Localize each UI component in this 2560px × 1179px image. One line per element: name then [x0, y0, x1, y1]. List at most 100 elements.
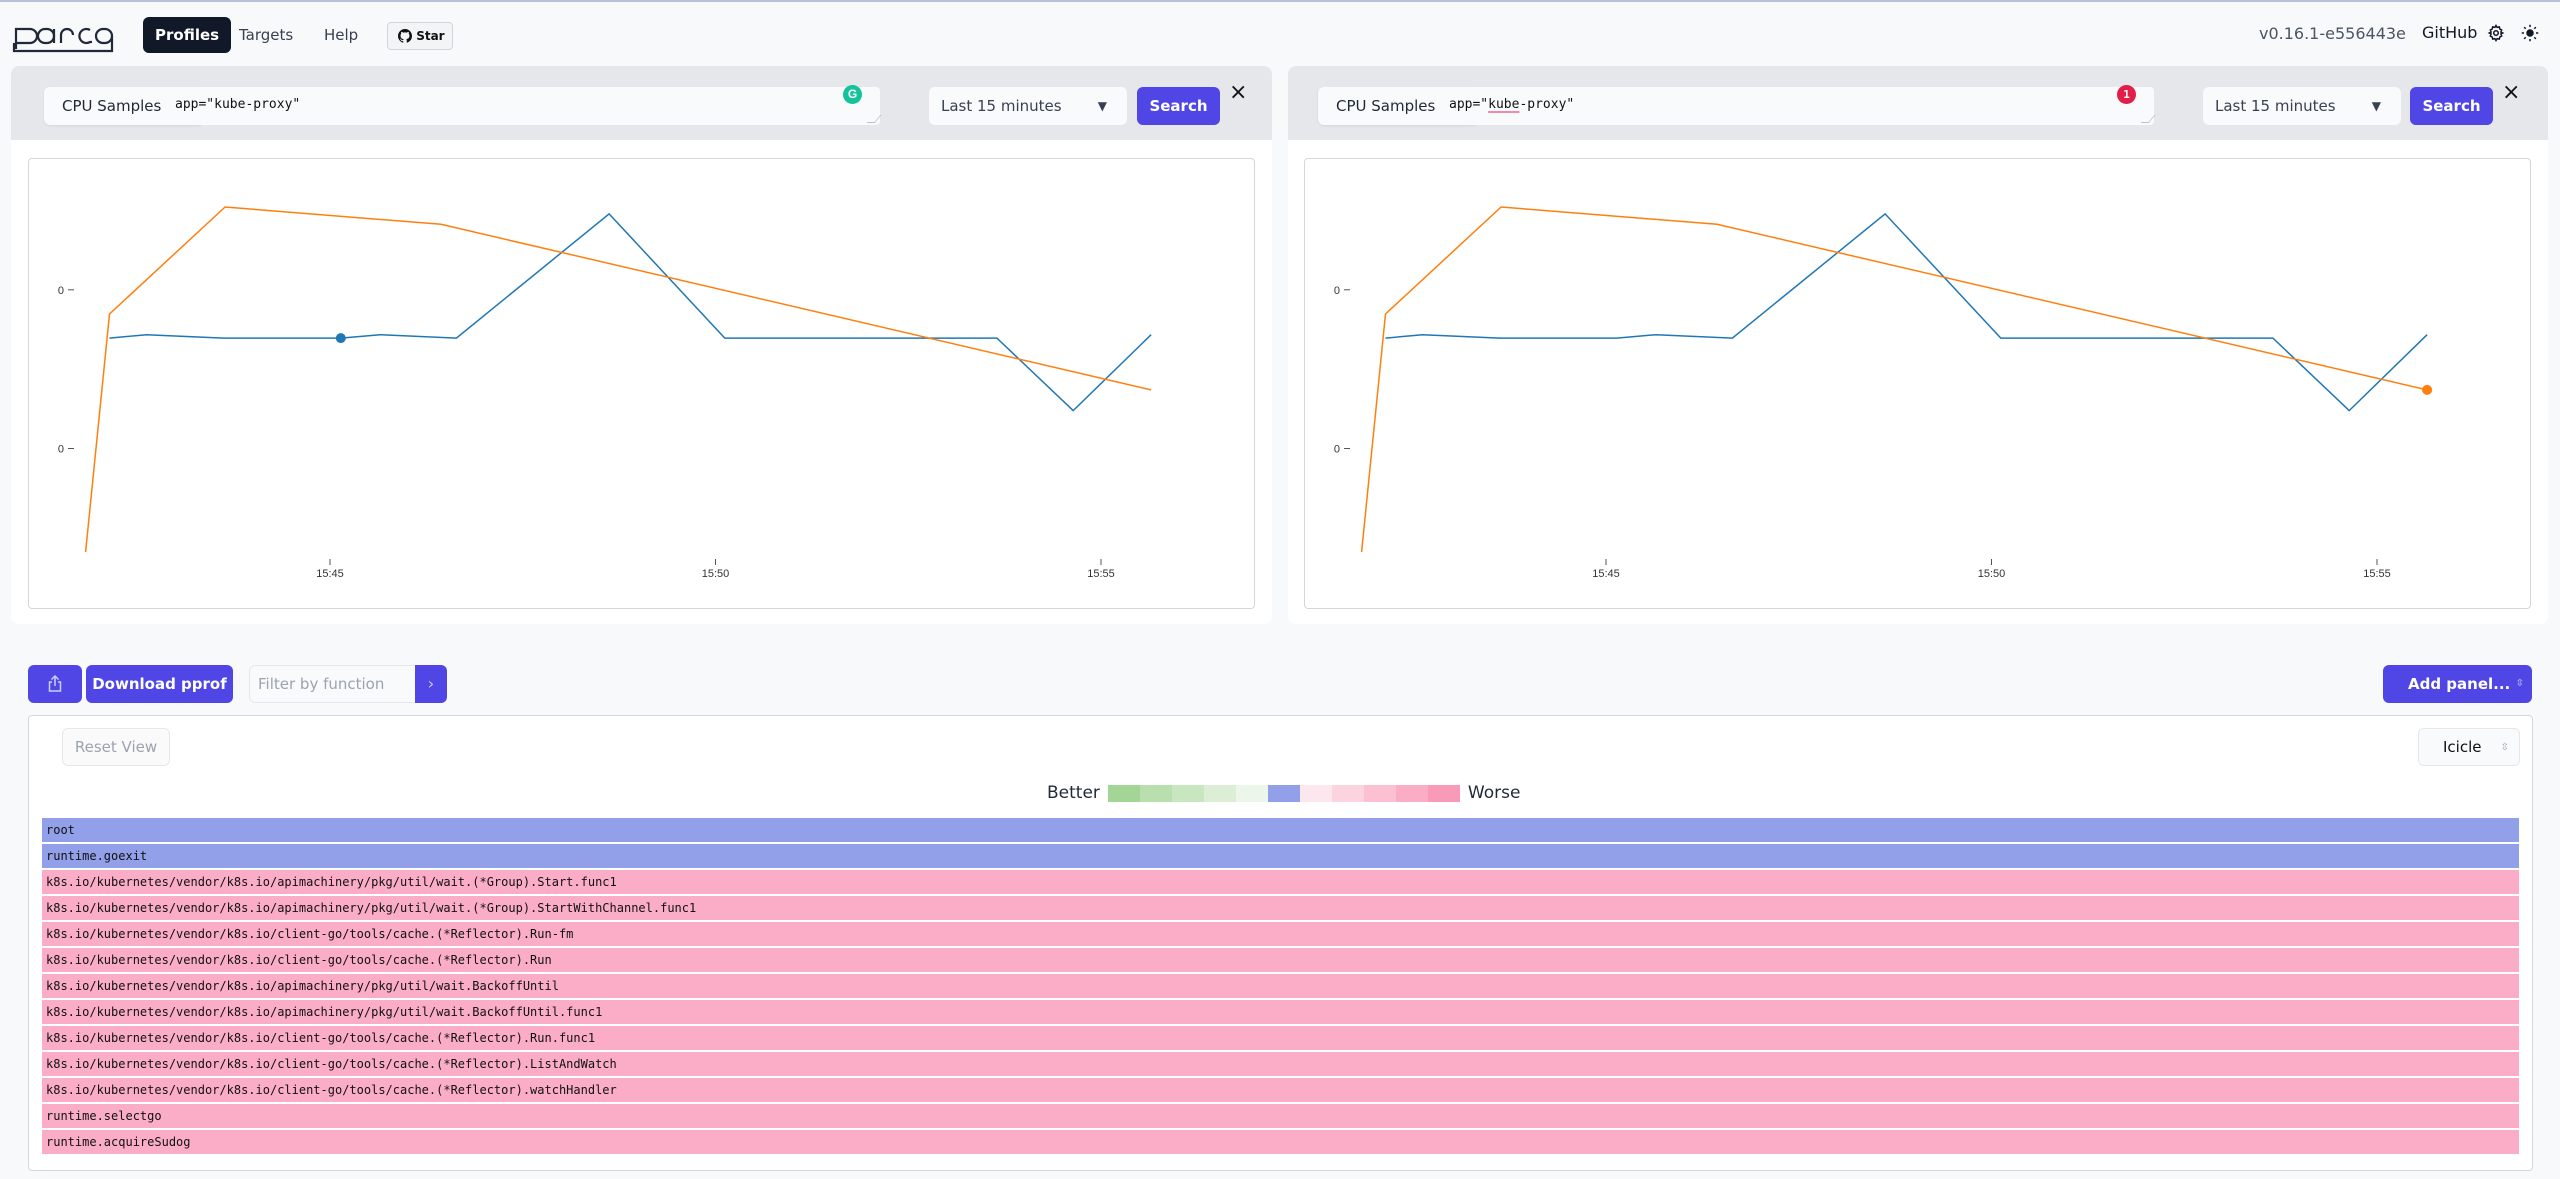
icicle-frame[interactable]: k8s.io/kubernetes/vendor/k8s.io/client-g…: [42, 1078, 2519, 1102]
time-range-value: Last 15 minutes: [941, 97, 1062, 115]
icicle-frames: root runtime.goexit k8s.io/kubernetes/vend…: [42, 818, 2519, 1156]
x-tick-label: 15:55: [2363, 568, 2391, 580]
panel-header: CPU Samples ⇳ app="kube-proxy" 1 Last 15…: [1288, 66, 2548, 140]
time-range-select[interactable]: Last 15 minutes ▼: [2203, 87, 2401, 125]
caret-down-icon: ▼: [2371, 99, 2381, 113]
legend-swatches: [1107, 784, 1460, 802]
series-line-blue[interactable]: [109, 212, 1152, 412]
close-panel-icon[interactable]: ×: [1229, 80, 1247, 105]
icicle-frame[interactable]: root: [42, 818, 2519, 842]
time-range-value: Last 15 minutes: [2215, 97, 2336, 115]
icicle-frame[interactable]: runtime.selectgo: [42, 1104, 2519, 1128]
profile-type-value: CPU Samples: [62, 97, 162, 115]
add-panel-button[interactable]: Add panel... ⇳: [2383, 665, 2532, 703]
nav-targets[interactable]: Targets: [227, 17, 305, 53]
select-arrows-icon: ⇳: [2515, 678, 2524, 689]
y-tick-label: 0: [58, 285, 64, 297]
icicle-frame[interactable]: k8s.io/kubernetes/vendor/k8s.io/client-g…: [42, 948, 2519, 972]
legend-swatch: [1395, 784, 1428, 802]
x-tick-label: 15:45: [1592, 568, 1620, 580]
x-tick-label: 15:50: [702, 568, 730, 580]
selected-point[interactable]: [2422, 384, 2433, 395]
nav-profiles[interactable]: Profiles: [143, 17, 232, 53]
series-line-orange[interactable]: [1360, 206, 2428, 553]
time-range-select[interactable]: Last 15 minutes ▼: [929, 87, 1127, 125]
icicle-frame[interactable]: k8s.io/kubernetes/vendor/k8s.io/apimachi…: [42, 1000, 2519, 1024]
nav-help[interactable]: Help: [312, 17, 370, 53]
icicle-frame[interactable]: k8s.io/kubernetes/vendor/k8s.io/client-g…: [42, 1052, 2519, 1076]
icicle-frame[interactable]: runtime.goexit: [42, 844, 2519, 868]
caret-down-icon: ▼: [1097, 99, 1107, 113]
legend-swatch: [1235, 784, 1268, 802]
parca-logo[interactable]: [10, 20, 120, 56]
select-arrows-icon: ⇳: [2500, 742, 2509, 753]
legend-better-label: Better: [1047, 783, 1100, 803]
resize-handle[interactable]: [2140, 115, 2156, 123]
share-button[interactable]: [28, 665, 82, 703]
query-input[interactable]: app="kube-proxy" G: [168, 85, 882, 125]
search-button[interactable]: Search: [2410, 87, 2493, 125]
legend-swatch: [1299, 784, 1332, 802]
legend-worse-label: Worse: [1467, 783, 1521, 803]
legend-swatch: [1107, 784, 1140, 802]
icicle-frame[interactable]: k8s.io/kubernetes/vendor/k8s.io/apimachi…: [42, 974, 2519, 998]
legend-swatch: [1139, 784, 1172, 802]
legend-swatch: [1363, 784, 1396, 802]
y-tick-label: 0: [58, 444, 64, 456]
github-link[interactable]: GitHub: [2422, 23, 2477, 42]
legend-swatch: [1427, 784, 1460, 802]
icicle-graph-panel: Reset View Icicle ⇳ Better Worse root run…: [28, 715, 2533, 1171]
selected-point[interactable]: [335, 333, 346, 344]
metrics-chart[interactable]: 0 0 15:45 15:50 15:55: [28, 158, 1255, 609]
sun-icon[interactable]: [2521, 24, 2539, 42]
top-nav: Profiles Targets Help Star v0.16.1-e5564…: [0, 2, 2560, 66]
diff-legend: Better Worse: [1047, 783, 1520, 803]
profile-type-value: CPU Samples: [1336, 97, 1436, 115]
series-line-blue[interactable]: [1385, 212, 2428, 412]
download-pprof-button[interactable]: Download pprof: [86, 665, 233, 703]
metrics-chart-svg[interactable]: 0 0 15:45 15:50 15:55: [1305, 159, 2532, 610]
issue-count-badge[interactable]: 1: [2117, 85, 2136, 104]
metrics-chart-svg[interactable]: 0 0 15:45 15:50 15:55: [29, 159, 1256, 610]
legend-swatch: [1171, 784, 1204, 802]
resize-handle[interactable]: [866, 115, 882, 123]
query-text-suffix: -proxy": [245, 97, 301, 112]
x-tick-label: 15:55: [1087, 568, 1115, 580]
reset-view-button[interactable]: Reset View: [62, 728, 170, 766]
legend-swatch: [1203, 784, 1236, 802]
filter-by-function-input[interactable]: Filter by function: [249, 665, 415, 703]
share-icon: [48, 675, 62, 692]
visualization-type-value: Icicle: [2443, 738, 2482, 756]
profile-toolbar: Download pprof Filter by function › Add …: [0, 642, 2560, 703]
search-button[interactable]: Search: [1137, 87, 1220, 125]
panel-header: CPU Samples ⇳ app="kube-proxy" G Last 15…: [11, 66, 1272, 140]
legend-swatch: [1331, 784, 1364, 802]
legend-swatch: [1267, 784, 1300, 802]
profile-panel-left: CPU Samples ⇳ app="kube-proxy" G Last 15…: [11, 66, 1272, 624]
query-text-prefix: app=": [175, 97, 215, 112]
version-label: v0.16.1-e556443e: [2259, 24, 2406, 43]
gear-icon[interactable]: [2487, 24, 2505, 42]
visualization-type-select[interactable]: Icicle ⇳: [2418, 728, 2520, 766]
query-text-word: kube: [214, 97, 246, 112]
star-label: Star: [416, 29, 445, 43]
grammarly-icon[interactable]: G: [843, 85, 862, 104]
icicle-frame[interactable]: k8s.io/kubernetes/vendor/k8s.io/client-g…: [42, 1026, 2519, 1050]
query-text-prefix: app=": [1449, 97, 1489, 112]
github-icon: [398, 29, 412, 43]
filter-submit-button[interactable]: ›: [415, 665, 447, 703]
icicle-frame[interactable]: runtime.acquireSudog: [42, 1130, 2519, 1154]
y-tick-label: 0: [1334, 444, 1340, 456]
icicle-frame[interactable]: k8s.io/kubernetes/vendor/k8s.io/apimachi…: [42, 870, 2519, 894]
github-star-button[interactable]: Star: [387, 22, 453, 50]
query-input[interactable]: app="kube-proxy" 1: [1442, 85, 2156, 125]
close-panel-icon[interactable]: ×: [2502, 80, 2520, 105]
metrics-chart[interactable]: 0 0 15:45 15:50 15:55: [1304, 158, 2531, 609]
icicle-frame[interactable]: k8s.io/kubernetes/vendor/k8s.io/apimachi…: [42, 896, 2519, 920]
icicle-frame[interactable]: k8s.io/kubernetes/vendor/k8s.io/client-g…: [42, 922, 2519, 946]
series-line-orange[interactable]: [84, 206, 1152, 553]
add-panel-label: Add panel...: [2408, 675, 2511, 693]
query-text-suffix: -proxy": [1519, 97, 1575, 112]
x-tick-label: 15:50: [1978, 568, 2006, 580]
profile-panel-right: CPU Samples ⇳ app="kube-proxy" 1 Last 15…: [1288, 66, 2548, 624]
